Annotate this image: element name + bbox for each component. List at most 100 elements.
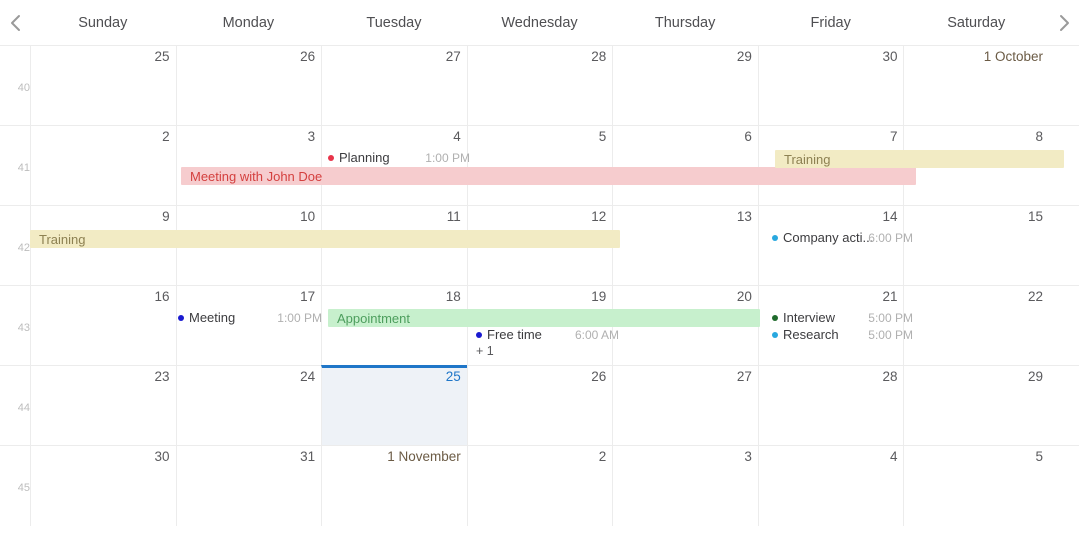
day-cell[interactable]: 1 October <box>903 46 1049 126</box>
weekday-tuesday: Tuesday <box>366 14 422 31</box>
day-cell[interactable]: 22 <box>903 286 1049 366</box>
day-number: 15 <box>1028 209 1044 224</box>
day-cell[interactable]: 29 <box>903 366 1049 446</box>
day-cell[interactable]: 28 <box>466 46 613 126</box>
day-number: 29 <box>736 49 752 64</box>
day-number: 25 <box>154 49 170 64</box>
weekday-saturday: Saturday <box>947 14 1006 31</box>
day-cell[interactable]: 24 <box>175 366 322 446</box>
day-cell[interactable]: 30 <box>30 446 176 526</box>
event-meeting[interactable]: Meeting <box>178 309 235 326</box>
day-cell[interactable]: 28 <box>757 366 904 446</box>
event-title: Appointment <box>337 310 410 326</box>
day-cell[interactable]: 26 <box>466 366 613 446</box>
day-cell[interactable]: 29 <box>612 46 758 126</box>
day-cell[interactable]: 31 <box>175 446 322 526</box>
day-cell[interactable]: 3 <box>612 446 758 526</box>
day-number: 17 <box>300 289 316 304</box>
weekday-wednesday: Wednesday <box>501 14 578 31</box>
event-time: 5:00 PM <box>868 328 913 342</box>
day-number: 3 <box>307 129 316 144</box>
weekday-friday: Friday <box>810 14 851 31</box>
day-number: 29 <box>1028 369 1044 384</box>
event-training[interactable]: Training <box>30 230 620 248</box>
day-cell[interactable]: 27 <box>321 46 467 126</box>
week-row: 40 25 26 27 28 29 30 1 October <box>0 45 1079 126</box>
day-cell[interactable]: 3 <box>175 126 322 206</box>
weekday-sunday: Sunday <box>78 14 128 31</box>
calendar-grid: 40 25 26 27 28 29 30 1 October 41 2 3 4 … <box>0 45 1079 540</box>
day-cell[interactable]: 30 <box>757 46 904 126</box>
day-cell[interactable]: 2 <box>30 126 176 206</box>
day-number: 5 <box>598 129 607 144</box>
day-cell[interactable]: 1 November <box>321 446 467 526</box>
day-cell[interactable]: 6 <box>612 126 758 206</box>
event-dot-icon <box>772 314 778 321</box>
weekday-monday: Monday <box>222 14 275 31</box>
previous-month-button[interactable] <box>0 0 30 45</box>
day-number: 22 <box>1028 289 1044 304</box>
day-number: 5 <box>1035 449 1044 464</box>
day-cell[interactable]: 14 <box>757 206 904 286</box>
day-number: 20 <box>736 289 752 304</box>
day-cell[interactable]: 4 <box>757 446 904 526</box>
day-number: 19 <box>591 289 607 304</box>
day-cell-selected[interactable]: 25 <box>321 365 467 446</box>
day-number: 16 <box>154 289 170 304</box>
day-cell[interactable]: 5 <box>903 446 1049 526</box>
day-number: 11 <box>446 209 461 224</box>
day-cell[interactable]: 4 <box>321 126 467 206</box>
week-number: 40 <box>17 82 30 94</box>
day-cell[interactable]: 2 <box>466 446 613 526</box>
day-number: 7 <box>889 129 898 144</box>
day-cell[interactable]: 23 <box>30 366 176 446</box>
weekday-header-row: Sunday Monday Tuesday Wednesday Thursday… <box>30 0 1049 45</box>
event-time: 6:00 AM <box>574 328 619 342</box>
event-dot-icon <box>178 314 184 321</box>
day-cell[interactable]: 15 <box>903 206 1049 286</box>
day-number: 26 <box>300 49 316 64</box>
day-cell[interactable]: 27 <box>612 366 758 446</box>
day-number: 23 <box>154 369 170 384</box>
event-interview[interactable]: Interview <box>772 309 835 326</box>
day-number: 30 <box>154 449 170 464</box>
more-events-link[interactable]: + 1 <box>476 344 494 358</box>
event-time: 1:00 PM <box>277 311 322 325</box>
week-number: 42 <box>17 242 30 254</box>
day-number: 1 October <box>983 49 1044 64</box>
event-dot-icon <box>772 331 778 338</box>
day-number: 10 <box>300 209 316 224</box>
week-number: 44 <box>17 402 30 414</box>
day-number: 30 <box>882 49 898 64</box>
event-training[interactable]: Training <box>775 150 1064 168</box>
day-number: 4 <box>889 449 898 464</box>
next-month-button[interactable] <box>1049 0 1079 45</box>
week-number: 43 <box>17 322 30 334</box>
event-dot-icon <box>476 331 482 338</box>
day-number: 1 November <box>387 449 461 464</box>
day-cell[interactable]: 26 <box>175 46 322 126</box>
week-row: 44 23 24 25 26 27 28 29 <box>0 365 1079 446</box>
day-cell[interactable]: 13 <box>612 206 758 286</box>
event-meeting-with-john-doe[interactable]: Meeting with John Doe <box>181 167 916 185</box>
day-cell[interactable]: 5 <box>466 126 613 206</box>
event-title: Training <box>39 231 86 247</box>
event-appointment[interactable]: Appointment <box>328 309 760 327</box>
day-number: 13 <box>736 209 752 224</box>
day-number: 2 <box>598 449 607 464</box>
day-number: 26 <box>591 369 607 384</box>
week-row: 42 9 10 11 12 13 14 15 Training Company … <box>0 205 1079 286</box>
event-time: 1:00 PM <box>425 151 470 165</box>
day-number: 27 <box>736 369 752 384</box>
day-number: 6 <box>744 129 752 144</box>
day-cell[interactable]: 25 <box>30 46 176 126</box>
event-title: Meeting with John Doe <box>190 168 323 184</box>
event-title: Meeting <box>189 310 236 325</box>
day-cells: 30 31 1 November 2 3 4 5 <box>30 446 1049 526</box>
day-cell[interactable]: 17 <box>175 286 322 366</box>
day-number: 9 <box>162 209 170 224</box>
day-number: 28 <box>882 369 898 384</box>
day-number: 4 <box>453 129 461 144</box>
week-row: 43 16 17 18 19 20 21 22 Meeting 1:00 PM <box>0 285 1079 366</box>
day-cell[interactable]: 16 <box>30 286 176 366</box>
